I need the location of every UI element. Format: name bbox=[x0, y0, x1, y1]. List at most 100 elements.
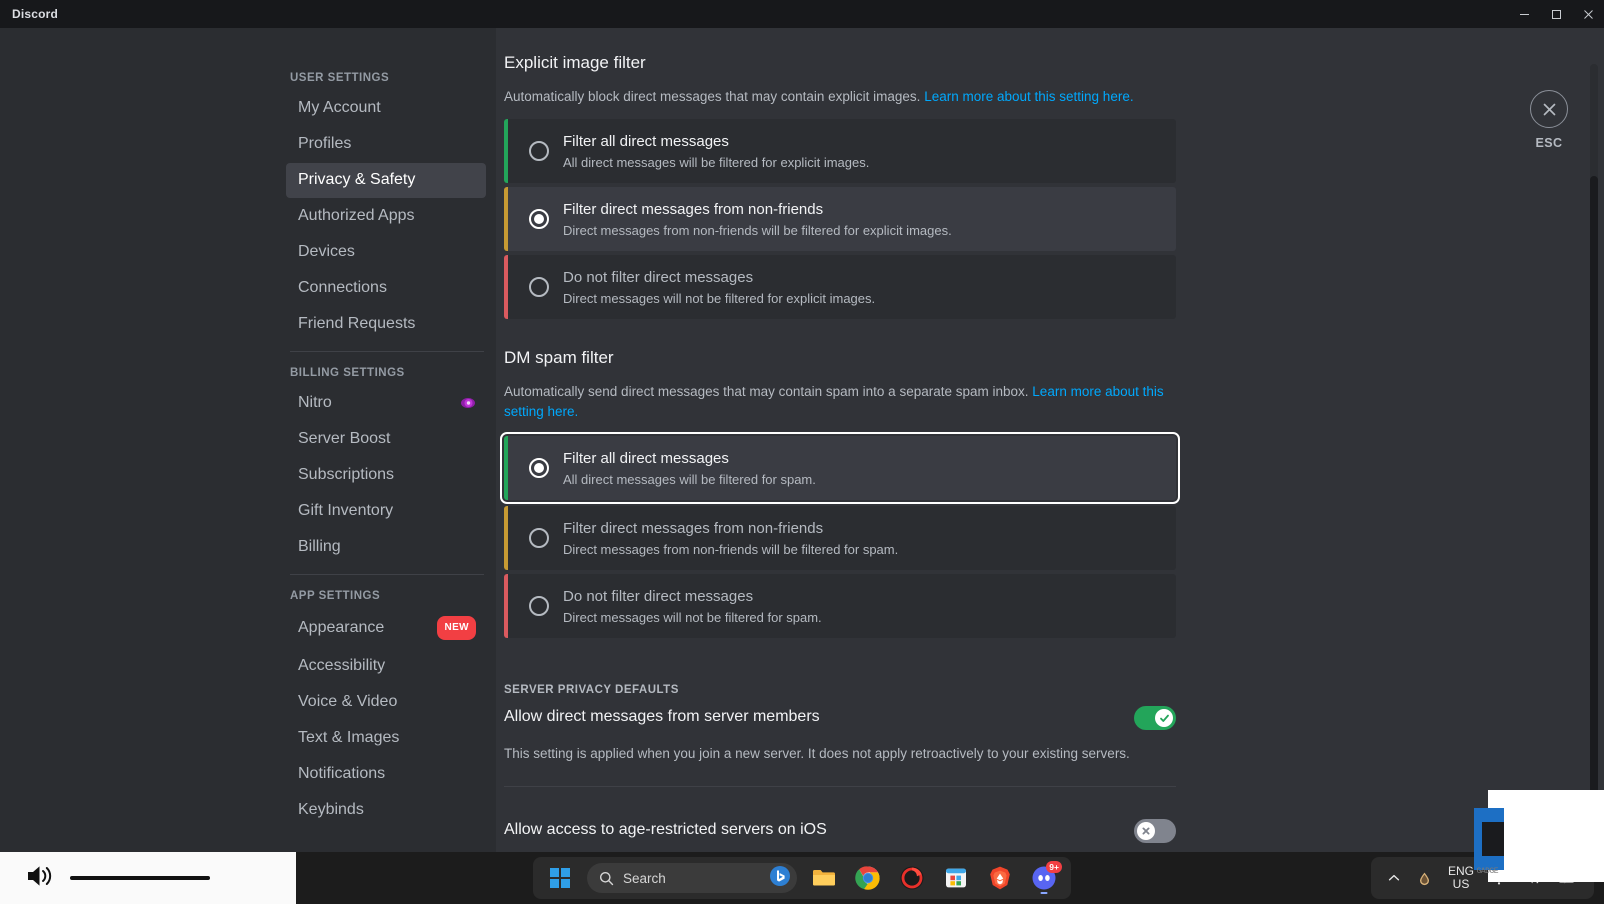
radio-sublabel: Direct messages will not be filtered for… bbox=[563, 290, 876, 306]
close-icon bbox=[1142, 827, 1150, 835]
overlay-caption: GADGE bbox=[1476, 867, 1498, 876]
google-chrome-icon[interactable] bbox=[851, 861, 885, 895]
nitro-icon bbox=[460, 395, 476, 411]
settings-scroll-area[interactable]: Explicit image filter Automatically bloc… bbox=[496, 28, 1604, 876]
microsoft-store-icon[interactable] bbox=[939, 861, 973, 895]
radio-indicator[interactable] bbox=[529, 277, 549, 297]
sidebar-item-label: Notifications bbox=[298, 765, 386, 782]
close-settings-button[interactable]: ESC bbox=[1530, 90, 1568, 150]
accent-bar-red bbox=[504, 255, 508, 319]
spam-filter-option-all[interactable]: Filter all direct messages All direct me… bbox=[504, 436, 1176, 500]
explicit-filter-option-non-friends[interactable]: Filter direct messages from non-friends … bbox=[504, 187, 1176, 251]
settings-content: Explicit image filter Automatically bloc… bbox=[496, 28, 1604, 876]
sidebar-divider bbox=[290, 574, 484, 575]
sidebar-item-accessibility[interactable]: Accessibility bbox=[286, 649, 486, 684]
sidebar-item-authorized-apps[interactable]: Authorized Apps bbox=[286, 199, 486, 234]
sidebar-item-appearance[interactable]: Appearance NEW bbox=[286, 609, 486, 648]
spam-filter-option-none[interactable]: Do not filter direct messages Direct mes… bbox=[504, 574, 1176, 638]
sidebar-item-label: Text & Images bbox=[298, 729, 400, 746]
radio-label: Filter direct messages from non-friends bbox=[563, 200, 824, 218]
radio-indicator-selected[interactable] bbox=[529, 209, 549, 229]
sidebar-item-devices[interactable]: Devices bbox=[286, 235, 486, 270]
toggle-allow-age-restricted-ios[interactable] bbox=[1134, 819, 1176, 843]
explicit-filter-description: Automatically block direct messages that… bbox=[504, 87, 1174, 107]
accent-bar-green bbox=[504, 436, 508, 500]
search-icon bbox=[600, 871, 614, 885]
window-titlebar: Discord bbox=[0, 0, 1604, 28]
setting-description: This setting is applied when you join a … bbox=[504, 746, 1130, 761]
sidebar-item-text-and-images[interactable]: Text & Images bbox=[286, 721, 486, 756]
discord-icon[interactable]: 9+ bbox=[1027, 861, 1062, 895]
radio-label: Filter all direct messages bbox=[563, 132, 729, 150]
radio-indicator[interactable] bbox=[529, 596, 549, 616]
spam-filter-option-non-friends[interactable]: Filter direct messages from non-friends … bbox=[504, 506, 1176, 570]
radio-indicator[interactable] bbox=[529, 528, 549, 548]
windows-start-icon[interactable] bbox=[543, 861, 577, 895]
sidebar-item-gift-inventory[interactable]: Gift Inventory bbox=[286, 494, 486, 529]
page-title-dm-spam-filter: DM spam filter bbox=[504, 348, 614, 367]
radio-label: Filter direct messages from non-friends bbox=[563, 519, 824, 537]
radio-label: Do not filter direct messages bbox=[563, 268, 754, 286]
maximize-icon[interactable] bbox=[1540, 0, 1572, 28]
radio-option-wrap: Do not filter direct messages Direct mes… bbox=[504, 253, 1180, 321]
radio-indicator-selected[interactable] bbox=[529, 458, 549, 478]
sidebar-item-notifications[interactable]: Notifications bbox=[286, 757, 486, 792]
radio-indicator[interactable] bbox=[529, 141, 549, 161]
sidebar-item-label: Friend Requests bbox=[298, 315, 416, 332]
minimize-icon[interactable] bbox=[1508, 0, 1540, 28]
sidebar-item-label: Privacy & Safety bbox=[298, 171, 416, 188]
sidebar-item-label: Nitro bbox=[298, 394, 332, 411]
explicit-filter-option-none[interactable]: Do not filter direct messages Direct mes… bbox=[504, 255, 1176, 319]
close-icon[interactable] bbox=[1572, 0, 1604, 28]
sidebar-item-privacy-and-safety[interactable]: Privacy & Safety bbox=[286, 163, 486, 198]
radio-sublabel: Direct messages will not be filtered for… bbox=[563, 609, 822, 625]
explicit-filter-description-text: Automatically block direct messages that… bbox=[504, 89, 921, 104]
radio-option-wrap: Filter direct messages from non-friends … bbox=[504, 504, 1180, 572]
bing-copilot-icon[interactable] bbox=[769, 865, 791, 892]
sidebar-item-friend-requests[interactable]: Friend Requests bbox=[286, 307, 486, 342]
scrollbar-thumb[interactable] bbox=[1590, 176, 1598, 876]
sidebar-item-label: Appearance bbox=[298, 619, 385, 636]
search-input[interactable]: Search bbox=[623, 871, 760, 886]
close-icon[interactable] bbox=[1530, 90, 1568, 128]
taskbar-search-box[interactable]: Search bbox=[587, 863, 797, 893]
sidebar-item-profiles[interactable]: Profiles bbox=[286, 127, 486, 162]
brave-browser-icon[interactable] bbox=[983, 861, 1017, 895]
setting-title: Allow direct messages from server member… bbox=[504, 708, 820, 725]
sidebar-item-label: Profiles bbox=[298, 135, 352, 152]
opera-gx-icon[interactable] bbox=[895, 861, 929, 895]
spam-filter-description: Automatically send direct messages that … bbox=[504, 382, 1174, 422]
window-controls bbox=[1508, 0, 1604, 28]
sidebar-item-server-boost[interactable]: Server Boost bbox=[286, 422, 486, 457]
sidebar-item-keybinds[interactable]: Keybinds bbox=[286, 793, 486, 828]
discord-window-body: USER SETTINGS My Account Profiles Privac… bbox=[0, 28, 1604, 876]
sidebar-item-subscriptions[interactable]: Subscriptions bbox=[286, 458, 486, 493]
radio-text: Filter all direct messages All direct me… bbox=[563, 132, 869, 171]
chevron-up-icon[interactable] bbox=[1381, 861, 1407, 895]
file-explorer-icon[interactable] bbox=[807, 861, 841, 895]
radio-text: Filter all direct messages All direct me… bbox=[563, 449, 816, 488]
sidebar-item-my-account[interactable]: My Account bbox=[286, 91, 486, 126]
app-title: Discord bbox=[12, 7, 59, 21]
sidebar-item-label: Keybinds bbox=[298, 801, 364, 818]
settings-sidebar: USER SETTINGS My Account Profiles Privac… bbox=[278, 28, 496, 876]
sidebar-item-connections[interactable]: Connections bbox=[286, 271, 486, 306]
sidebar-item-voice-and-video[interactable]: Voice & Video bbox=[286, 685, 486, 720]
volume-slider[interactable] bbox=[70, 876, 210, 880]
discord-badge-count: 9+ bbox=[1046, 861, 1062, 873]
radio-sublabel: All direct messages will be filtered for… bbox=[563, 471, 816, 487]
radio-option-wrap: Filter direct messages from non-friends … bbox=[504, 185, 1180, 253]
radio-option-wrap-focused: Filter all direct messages All direct me… bbox=[500, 432, 1180, 504]
sidebar-item-billing[interactable]: Billing bbox=[286, 530, 486, 565]
volume-osd-overlay bbox=[0, 852, 296, 904]
sidebar-item-label: Accessibility bbox=[298, 657, 386, 674]
radio-label: Do not filter direct messages bbox=[563, 587, 754, 605]
radio-sublabel: All direct messages will be filtered for… bbox=[563, 154, 870, 170]
explicit-filter-radio-group: Filter all direct messages All direct me… bbox=[504, 117, 1180, 321]
sidebar-item-label: Connections bbox=[298, 279, 387, 296]
water-drop-icon[interactable] bbox=[1411, 861, 1438, 895]
explicit-filter-option-all[interactable]: Filter all direct messages All direct me… bbox=[504, 119, 1176, 183]
sidebar-item-nitro[interactable]: Nitro bbox=[286, 386, 486, 421]
explicit-filter-learn-more-link[interactable]: Learn more about this setting here. bbox=[924, 89, 1133, 104]
toggle-allow-dms-from-server-members[interactable] bbox=[1134, 706, 1176, 730]
